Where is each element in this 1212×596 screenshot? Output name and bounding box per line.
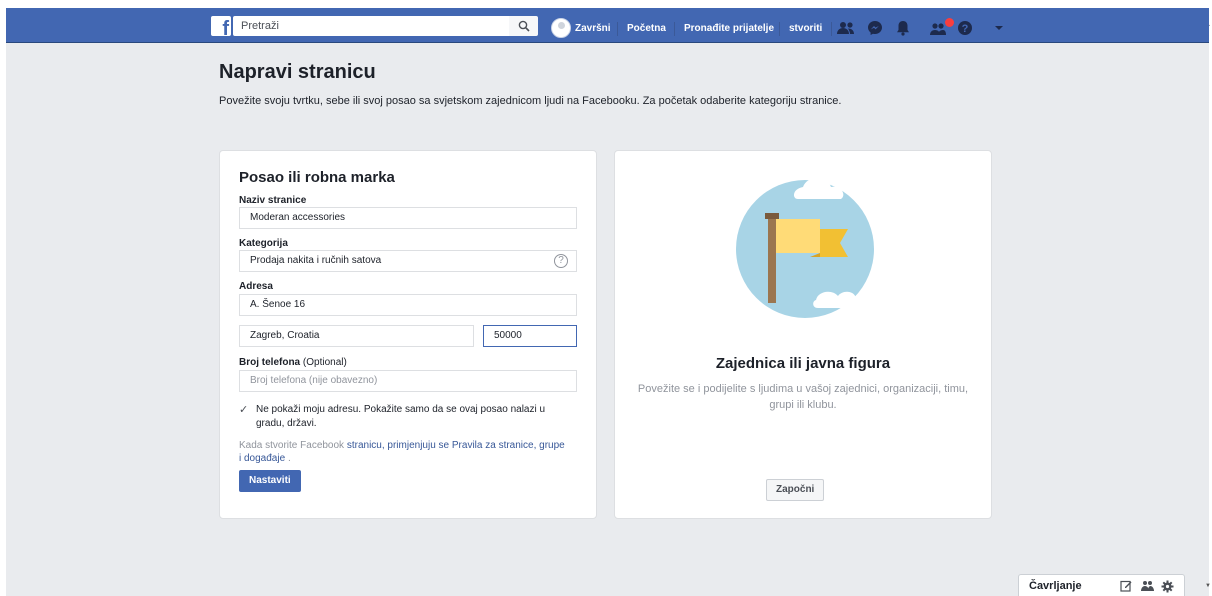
svg-text:?: ? <box>962 23 969 35</box>
messenger-icon[interactable] <box>865 18 885 38</box>
nav-create[interactable]: stvoriti <box>789 19 822 39</box>
community-title: Zajednica ili javna figura <box>715 355 891 372</box>
page-name-label: Naziv stranice <box>239 195 307 206</box>
hide-address-label: Ne pokaži moju adresu. Pokažite samo da … <box>256 404 546 429</box>
community-page-card[interactable]: Zajednica ili javna figura Povežite se i… <box>614 150 992 519</box>
start-button[interactable]: Započni <box>766 479 825 501</box>
notifications-icon[interactable] <box>893 18 913 38</box>
question-icon[interactable]: ? <box>554 254 568 268</box>
zip-field[interactable]: 50000 <box>483 325 577 347</box>
phone-optional-text: (Optional) <box>302 357 347 368</box>
search-button[interactable] <box>509 16 538 36</box>
page-title: Napravi stranicu <box>219 61 376 83</box>
page-name-field[interactable]: Moderan accessories <box>239 207 577 229</box>
chat-label: Čavrljanje <box>1029 580 1082 592</box>
help-icon[interactable]: ? <box>955 18 975 38</box>
search-input[interactable] <box>239 19 513 33</box>
nav-divider <box>779 22 780 36</box>
phone-field[interactable]: Broj telefona (nije obavezno) <box>239 370 577 392</box>
business-page-card: Posao ili robna marka Naziv stranice Mod… <box>219 150 597 519</box>
address-label: Adresa <box>239 281 273 292</box>
gear-icon[interactable] <box>1160 579 1174 593</box>
policy-prefix: Kada stvorite Facebook <box>239 440 345 451</box>
notification-badge <box>945 18 954 27</box>
nav-divider <box>617 22 618 36</box>
avatar[interactable] <box>551 18 571 38</box>
phone-label: Broj telefona (Optional) <box>239 357 347 368</box>
nav-divider <box>831 22 832 36</box>
category-field[interactable]: Prodaja nakita i ručnih satova ? <box>239 250 577 272</box>
city-field[interactable]: Zagreb, Croatia <box>239 325 474 347</box>
new-group-icon[interactable] <box>1140 579 1154 593</box>
nav-divider <box>674 22 675 36</box>
profile-link[interactable]: Završni <box>575 19 611 39</box>
window-frame-top <box>0 0 1212 8</box>
compose-icon[interactable] <box>1119 579 1133 593</box>
category-label: Kategorija <box>239 238 288 249</box>
continue-button[interactable]: Nastaviti <box>239 470 301 492</box>
facebook-logo-icon[interactable]: f <box>211 16 231 36</box>
business-form-title: Posao ili robna marka <box>239 169 395 186</box>
category-value: Prodaja nakita i ručnih satova <box>250 255 382 266</box>
nav-home[interactable]: Početna <box>627 19 666 39</box>
checkmark-icon[interactable]: ✓ <box>239 403 251 416</box>
nav-find-friends[interactable]: Pronađite prijatelje <box>684 19 774 39</box>
caret-down-icon[interactable] <box>989 18 1009 38</box>
community-description: Povežite se i podijelite s ljudima u vaš… <box>637 383 969 411</box>
policy-suffix: . <box>287 453 291 464</box>
scroll-down-icon[interactable]: ▼ <box>1204 583 1212 589</box>
search-icon <box>518 20 530 32</box>
chat-bar[interactable]: Čavrljanje <box>1018 574 1185 596</box>
window-frame-left <box>0 0 6 596</box>
page-subtitle: Povežite svoju tvrtku, sebe ili svoj pos… <box>219 95 842 107</box>
phone-label-text: Broj telefona <box>239 357 301 368</box>
facebook-topbar: f Završni Početna Pronađite prijatelje s… <box>6 8 1209 43</box>
policy-note: Kada stvorite Facebook stranicu, primjen… <box>239 439 569 465</box>
address-field[interactable]: A. Šenoe 16 <box>239 294 577 316</box>
friend-requests-icon[interactable] <box>836 18 856 38</box>
flag-illustration-icon <box>736 178 874 318</box>
hide-address-checkbox-row[interactable]: ✓ Ne pokaži moju adresu. Pokažite samo d… <box>239 403 569 431</box>
search-box <box>233 16 532 36</box>
